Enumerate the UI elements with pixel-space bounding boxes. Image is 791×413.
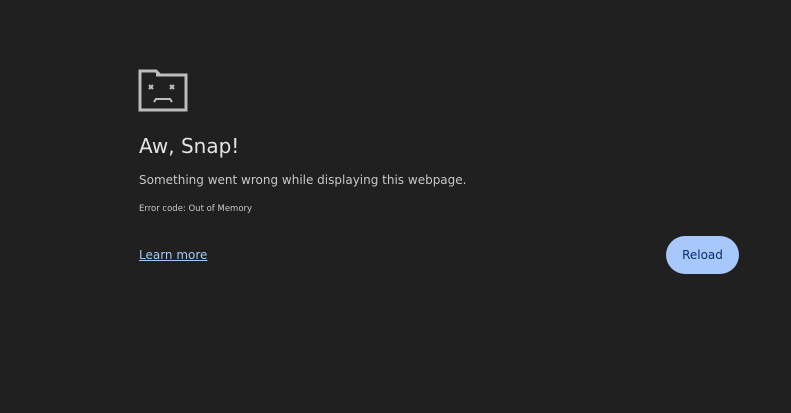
error-code: Error code: Out of Memory: [139, 204, 253, 214]
sad-folder-icon: [138, 69, 188, 112]
error-message: Something went wrong while displaying th…: [139, 173, 467, 187]
reload-button[interactable]: Reload: [666, 236, 739, 274]
learn-more-link[interactable]: Learn more: [139, 247, 207, 263]
page-title: Aw, Snap!: [139, 134, 240, 158]
